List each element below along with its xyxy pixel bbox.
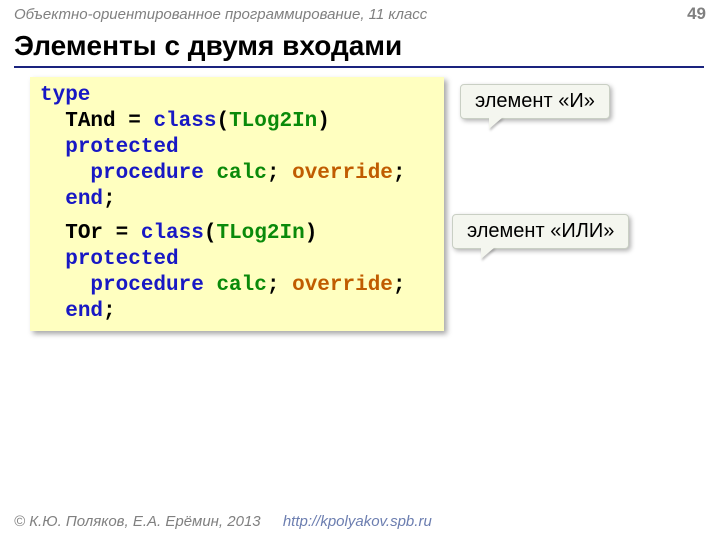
code-line: procedure calc; override; (40, 273, 434, 299)
footer-author: © К.Ю. Поляков, Е.А. Ерёмин, 2013 (14, 513, 261, 530)
footer: © К.Ю. Поляков, Е.А. Ерёмин, 2013 http:/… (14, 513, 432, 530)
code-line: end; (40, 299, 434, 325)
code-line: protected (40, 135, 434, 161)
code-line: procedure calc; override; (40, 161, 434, 187)
course-label: Объектно-ориентированное программировани… (14, 6, 427, 23)
callout-tail (489, 117, 503, 129)
title-underline (14, 66, 704, 68)
callout-or-text: элемент «ИЛИ» (467, 220, 614, 242)
code-line: end; (40, 187, 434, 213)
page-title: Элементы с двумя входами (14, 30, 402, 62)
callout-and: элемент «И» (460, 84, 610, 119)
callout-tail (481, 247, 495, 259)
code-line: protected (40, 247, 434, 273)
page-number: 49 (687, 4, 706, 24)
code-line: type (40, 83, 434, 109)
code-line: TAnd = class(TLog2In) (40, 109, 434, 135)
code-line: TOr = class(TLog2In) (40, 221, 434, 247)
callout-and-text: элемент «И» (475, 90, 595, 112)
code-gap (40, 213, 434, 221)
footer-url: http://kpolyakov.spb.ru (283, 513, 432, 530)
slide: Объектно-ориентированное программировани… (0, 0, 720, 540)
code-block: type TAnd = class(TLog2In) protected pro… (30, 77, 444, 331)
callout-or: элемент «ИЛИ» (452, 214, 629, 249)
kw-type: type (40, 84, 90, 107)
